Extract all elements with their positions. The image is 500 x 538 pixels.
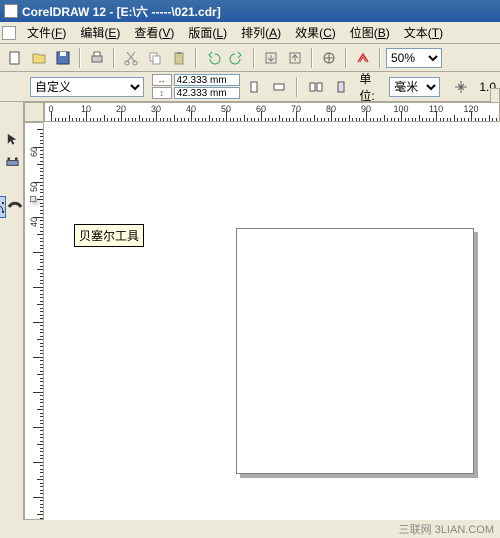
- window-titlebar: CorelDRAW 12 - [E:\六 -----\021.cdr]: [0, 0, 500, 22]
- nudge-icon: [450, 76, 471, 98]
- standard-toolbar: 50%: [0, 44, 500, 72]
- save-button[interactable]: [52, 47, 74, 69]
- copy-button[interactable]: [144, 47, 166, 69]
- page-current-button[interactable]: [330, 76, 351, 98]
- undo-button[interactable]: [202, 47, 224, 69]
- redo-button[interactable]: [226, 47, 248, 69]
- width-icon: ↔: [152, 74, 172, 86]
- watermark-text: 三联网 3LIAN.COM: [399, 521, 494, 537]
- export-button[interactable]: [284, 47, 306, 69]
- interactive-fill-tool[interactable]: [1, 151, 23, 173]
- unit-select[interactable]: 毫米: [389, 77, 440, 97]
- unit-label: 单位:: [359, 70, 385, 104]
- vertical-ruler[interactable]: 605040: [24, 122, 44, 520]
- zoom-select[interactable]: 50%: [386, 48, 442, 68]
- tool-tooltip: 贝塞尔工具: [74, 224, 144, 247]
- pick-tool[interactable]: [1, 128, 23, 150]
- pages-facing-button[interactable]: [305, 76, 326, 98]
- app-icon: [4, 4, 18, 18]
- drawing-canvas[interactable]: [44, 122, 500, 520]
- menu-a[interactable]: 排列(A): [235, 22, 287, 43]
- app-launcher-button[interactable]: [318, 47, 340, 69]
- landscape-button[interactable]: [269, 76, 290, 98]
- toolbox: [0, 102, 24, 520]
- paste-button[interactable]: [168, 47, 190, 69]
- menu-v[interactable]: 查看(V): [128, 22, 180, 43]
- cut-button[interactable]: [120, 47, 142, 69]
- portrait-button[interactable]: [244, 76, 265, 98]
- corel-online-button[interactable]: [352, 47, 374, 69]
- menubar: 文件(F)编辑(E)查看(V)版面(L)排列(A)效果(C)位图(B)文本(T): [0, 22, 500, 44]
- import-button[interactable]: [260, 47, 282, 69]
- menu-f[interactable]: 文件(F): [21, 22, 72, 43]
- open-button[interactable]: [28, 47, 50, 69]
- page-dimensions: ↔ ↕: [152, 74, 240, 99]
- height-icon: ↕: [152, 87, 172, 99]
- workspace: 0102030405060708090100110120130 605040 贝…: [0, 102, 500, 520]
- new-button[interactable]: [4, 47, 26, 69]
- menu-app-icon[interactable]: [2, 26, 16, 40]
- ruler-origin[interactable]: [24, 102, 44, 122]
- menu-b[interactable]: 位图(B): [344, 22, 396, 43]
- print-button[interactable]: [86, 47, 108, 69]
- page-width-input[interactable]: [174, 74, 240, 86]
- window-title: CorelDRAW 12 - [E:\六 -----\021.cdr]: [22, 3, 221, 20]
- paper-size-select[interactable]: 自定义: [30, 77, 144, 97]
- menu-c[interactable]: 效果(C): [289, 22, 342, 43]
- property-bar: 自定义 ↔ ↕ 单位: 毫米 1.0: [0, 72, 500, 102]
- horizontal-ruler[interactable]: 0102030405060708090100110120130: [44, 102, 500, 122]
- page-rectangle: [236, 228, 474, 474]
- page-height-input[interactable]: [174, 87, 240, 99]
- menu-t[interactable]: 文本(T): [398, 22, 449, 43]
- artistic-media-flyout-button[interactable]: [6, 196, 24, 218]
- curve-flyout-toolbar: [30, 196, 36, 202]
- menu-l[interactable]: 版面(L): [182, 22, 233, 43]
- menu-e[interactable]: 编辑(E): [74, 22, 126, 43]
